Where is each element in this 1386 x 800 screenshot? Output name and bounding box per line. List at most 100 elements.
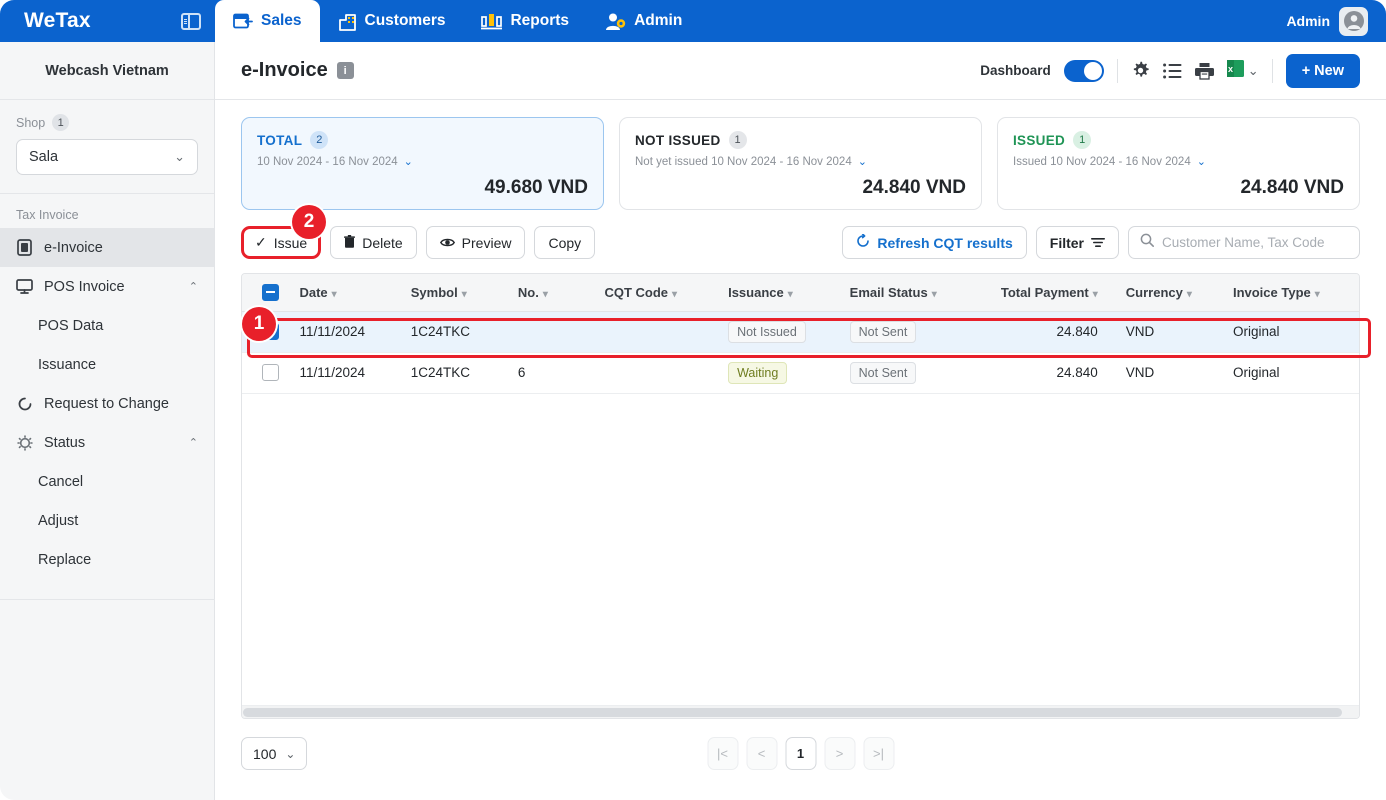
action-toolbar: ✓ Issue Delete Preview Copy Refresh CQT … [215, 210, 1386, 259]
tab-sales[interactable]: Sales [215, 0, 320, 42]
sidebar-item-cancel[interactable]: Cancel [0, 462, 214, 501]
column-symbol[interactable]: Symbol ▾ [402, 274, 510, 312]
cell-invoice-type: Original [1224, 311, 1359, 353]
cell-no [509, 311, 597, 353]
card-date-range[interactable]: Not yet issued 10 Nov 2024 - 16 Nov 2024… [635, 155, 966, 169]
cell-issuance: Not Issued [720, 311, 842, 353]
new-button[interactable]: + New [1285, 53, 1360, 88]
pagination: |< < 1 > >| [707, 737, 894, 770]
preview-button[interactable]: Preview [425, 226, 526, 259]
list-icon[interactable] [1162, 63, 1182, 79]
next-page-button[interactable]: > [824, 737, 855, 770]
column-no[interactable]: No. ▾ [509, 274, 597, 312]
summary-card-issued[interactable]: ISSUED 1 Issued 10 Nov 2024 - 16 Nov 202… [997, 117, 1360, 210]
info-icon[interactable]: i [336, 62, 354, 79]
gear-dotted-icon [16, 434, 33, 451]
sidebar-item-issuance[interactable]: Issuance [0, 345, 214, 384]
page-title: e-Invoice [241, 59, 328, 81]
column-header-label: Total Payment [1000, 284, 1089, 300]
filter-button[interactable]: Filter [1035, 226, 1119, 259]
company-name: Webcash Vietnam [0, 42, 214, 100]
issuance-status-badge: Waiting [728, 361, 788, 384]
sidebar-item-pos-invoice[interactable]: POS Invoice ⌃ [0, 267, 214, 306]
summary-card-total[interactable]: TOTAL 2 10 Nov 2024 - 16 Nov 2024 ⌄ 49.6… [241, 117, 604, 210]
svg-text:x: x [1228, 64, 1233, 74]
cell-cqt-code [596, 352, 721, 394]
last-page-button[interactable]: >| [863, 737, 894, 770]
search-box[interactable] [1128, 226, 1360, 259]
tab-reports[interactable]: Reports [463, 0, 587, 42]
chevron-down-icon: ⌄ [174, 149, 185, 164]
excel-export-button[interactable]: x ⌄ [1226, 59, 1259, 83]
card-date-range[interactable]: Issued 10 Nov 2024 - 16 Nov 2024 ⌄ [1013, 155, 1344, 169]
toolbar-right-group: Refresh CQT results Filter [842, 226, 1360, 259]
main-tabs: Sales Customers Reports Admin [215, 0, 700, 42]
excel-icon: x [1226, 59, 1244, 83]
sidebar-item-pos-data[interactable]: POS Data [0, 306, 214, 345]
sidebar: Webcash Vietnam Shop 1 Sala ⌄ Tax Invoic… [0, 42, 215, 800]
page-header: e-Invoice i Dashboard x ⌄ + New [215, 42, 1386, 100]
chevron-down-icon: ⌄ [285, 746, 296, 761]
table-row[interactable]: 11/11/2024 1C24TKC 6 Waiting Not Sent 24… [242, 352, 1359, 394]
sidebar-item-status[interactable]: Status ⌃ [0, 423, 214, 462]
column-currency[interactable]: Currency ▾ [1117, 274, 1225, 312]
column-cqt-code[interactable]: CQT Code ▾ [596, 274, 721, 312]
column-header-label: Date [299, 284, 328, 300]
scrollbar-thumb[interactable] [243, 708, 1342, 717]
tab-customers[interactable]: Customers [320, 0, 464, 42]
column-invoice-type[interactable]: Invoice Type ▾ [1224, 274, 1359, 312]
cell-currency: VND [1117, 311, 1225, 353]
sidebar-item-label: Cancel [38, 473, 84, 490]
card-date-range-label: Issued 10 Nov 2024 - 16 Nov 2024 [1013, 155, 1191, 168]
tab-customers-label: Customers [364, 12, 446, 29]
row-checkbox[interactable] [262, 364, 280, 381]
search-input[interactable] [1162, 235, 1348, 250]
page-number-button[interactable]: 1 [785, 737, 816, 770]
user-avatar-icon[interactable] [1339, 6, 1368, 36]
main-content: e-Invoice i Dashboard x ⌄ + New TOTAL 2 … [215, 42, 1386, 800]
search-icon [1140, 233, 1154, 252]
cell-issuance: Waiting [720, 352, 842, 394]
current-user-label: Admin [1286, 13, 1330, 29]
gear-icon[interactable] [1131, 61, 1150, 80]
refresh-cqt-results-button[interactable]: Refresh CQT results [842, 226, 1027, 259]
sidebar-item-adjust[interactable]: Adjust [0, 501, 214, 540]
dashboard-toggle[interactable] [1063, 59, 1104, 82]
cell-symbol: 1C24TKC [402, 352, 510, 394]
summary-card-not-issued[interactable]: NOT ISSUED 1 Not yet issued 10 Nov 2024 … [619, 117, 982, 210]
sidebar-item-replace[interactable]: Replace [0, 540, 214, 579]
column-date[interactable]: Date ▾ [291, 274, 403, 312]
cell-cqt-code [596, 311, 721, 353]
column-email-status[interactable]: Email Status ▾ [841, 274, 966, 312]
page-size-select[interactable]: 100 ⌄ [241, 737, 308, 770]
previous-page-button[interactable]: < [746, 737, 777, 770]
column-header-label: Symbol [410, 284, 458, 300]
sidebar-item-label: Request to Change [44, 395, 169, 412]
first-page-button[interactable]: |< [707, 737, 738, 770]
column-total-payment[interactable]: Total Payment ▾ [965, 274, 1118, 312]
tab-admin-label: Admin [634, 12, 683, 29]
email-status-badge: Not Sent [849, 361, 917, 384]
panel-layout-icon[interactable] [181, 12, 201, 30]
card-header: NOT ISSUED 1 [635, 131, 966, 149]
sort-caret-icon: ▾ [931, 288, 937, 300]
column-issuance[interactable]: Issuance ▾ [720, 274, 842, 312]
copy-button[interactable]: Copy [534, 226, 596, 259]
shop-select[interactable]: Sala ⌄ [16, 139, 198, 175]
delete-button[interactable]: Delete [330, 226, 417, 259]
table-horizontal-scrollbar[interactable] [242, 705, 1359, 718]
sidebar-item-request-to-change[interactable]: Request to Change [0, 384, 214, 423]
printer-icon[interactable] [1194, 62, 1214, 80]
sidebar-item-e-invoice[interactable]: e-Invoice [0, 228, 214, 267]
column-header-label: Invoice Type [1232, 284, 1311, 300]
select-all-checkbox[interactable] [262, 283, 280, 301]
chevron-up-icon: ⌃ [188, 281, 198, 293]
sort-caret-icon: ▾ [461, 288, 467, 300]
sales-card-icon [233, 13, 253, 30]
tab-admin[interactable]: Admin [587, 0, 700, 42]
sidebar-item-label: e-Invoice [44, 239, 103, 256]
table-row[interactable]: 11/11/2024 1C24TKC Not Issued Not Sent 2… [242, 311, 1359, 353]
cell-symbol: 1C24TKC [402, 311, 510, 353]
card-count-badge: 1 [728, 131, 747, 149]
card-date-range[interactable]: 10 Nov 2024 - 16 Nov 2024 ⌄ [257, 155, 588, 169]
